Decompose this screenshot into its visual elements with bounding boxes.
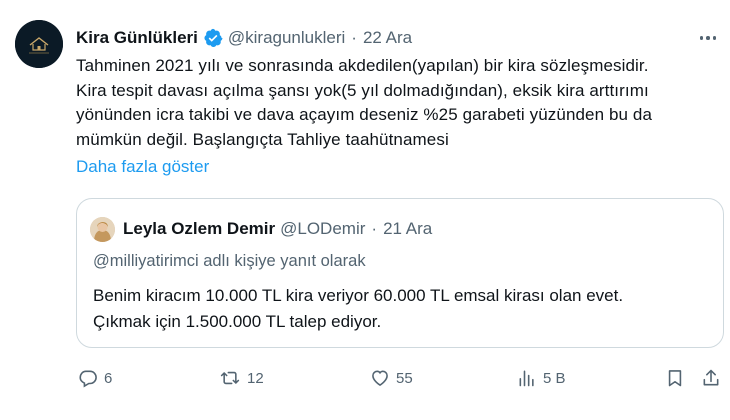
like-button[interactable]: 55 [370, 364, 413, 392]
reply-icon [79, 370, 97, 388]
author-display-name[interactable]: Kira Günlükleri [76, 26, 198, 50]
views-icon [519, 370, 534, 387]
quoted-author-handle[interactable]: @LODemir [280, 219, 365, 239]
tweet-header: Kira Günlükleri @kiragunlukleri · 22 Ara [76, 26, 412, 50]
views-button[interactable]: 5 B [517, 364, 566, 392]
reply-context: @milliyatirimci adlı kişiye yanıt olarak [93, 252, 366, 270]
retweet-count: 12 [247, 369, 264, 387]
more-options-icon[interactable] [696, 28, 720, 48]
quoted-text-line: Çıkmak için 1.500.000 TL talep ediyor. [93, 312, 382, 331]
tweet-timestamp[interactable]: 22 Ara [363, 26, 412, 50]
separator-dot: · [371, 219, 378, 238]
reply-count: 6 [104, 369, 113, 387]
quoted-author-avatar[interactable] [90, 217, 115, 242]
tweet[interactable]: Kira Günlükleri @kiragunlukleri · 22 Ara… [0, 0, 730, 420]
reply-button[interactable]: 6 [78, 364, 112, 392]
verified-badge-icon[interactable] [203, 28, 223, 48]
person-photo-icon [90, 217, 115, 242]
retweet-icon [220, 371, 240, 385]
action-bar: 6 12 55 5 B [0, 364, 730, 392]
quoted-tweet-timestamp[interactable]: 21 Ara [383, 219, 432, 239]
tweet-text-line: yönünden icra takibi ve dava açayım dese… [76, 105, 653, 124]
tweet-text-line: Tahminen 2021 yılı ve sonrasında akdedil… [76, 56, 649, 75]
tweet-text-line: Kira tespit davası açılma şansı yok(5 yı… [76, 80, 649, 100]
retweet-button[interactable]: 12 [219, 364, 264, 392]
house-logo-icon [15, 20, 63, 68]
views-count: 5 B [543, 369, 566, 387]
quoted-tweet-header: Leyla Ozlem Demir @LODemir · 21 Ara [123, 218, 432, 240]
quoted-text-line: Benim kiracım 10.000 TL kira veriyor 60.… [93, 286, 624, 305]
bookmark-icon [668, 370, 682, 387]
show-more-link[interactable]: Daha fazla göster [76, 155, 209, 179]
share-icon [703, 369, 719, 386]
like-count: 55 [396, 369, 413, 387]
share-button[interactable] [701, 364, 721, 392]
tweet-text: Tahminen 2021 yılı ve sonrasında akdedil… [76, 54, 726, 152]
author-handle[interactable]: @kiragunlukleri [228, 26, 345, 50]
quoted-tweet-text: Benim kiracım 10.000 TL kira veriyor 60.… [93, 283, 713, 335]
tweet-text-line: mümkün değil. Başlangıçta Tahliye taahüt… [76, 129, 449, 149]
author-avatar[interactable] [15, 20, 63, 68]
bookmark-button[interactable] [665, 364, 685, 392]
separator-dot: · [351, 28, 357, 47]
quoted-tweet[interactable]: Leyla Ozlem Demir @LODemir · 21 Ara @mil… [76, 198, 724, 348]
heart-icon [372, 370, 388, 387]
quoted-author-display-name[interactable]: Leyla Ozlem Demir [123, 219, 275, 239]
